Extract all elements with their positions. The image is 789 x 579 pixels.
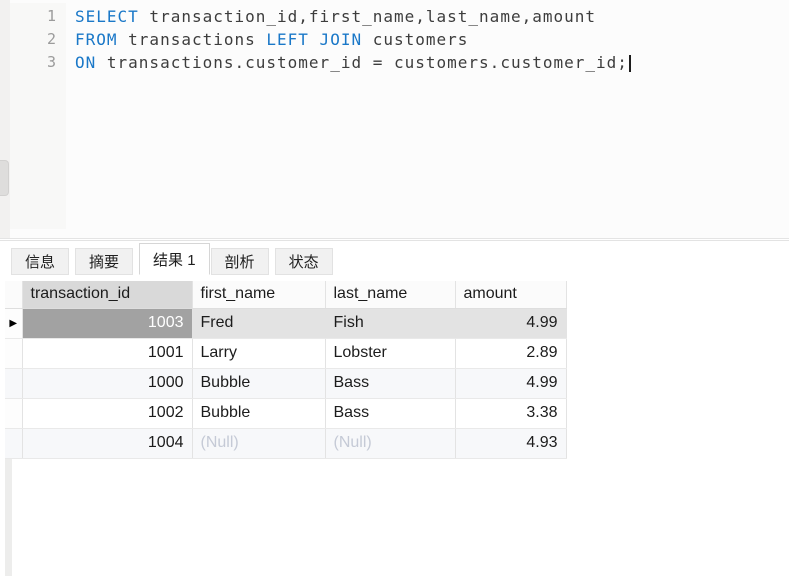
results-grid[interactable]: transaction_idfirst_namelast_nameamount … (5, 281, 567, 459)
table-row: 1000BubbleBass4.99 (5, 368, 566, 398)
cell-amount[interactable]: 4.99 (455, 368, 566, 398)
cell-amount[interactable]: 4.93 (455, 428, 566, 458)
cell-transaction_id[interactable]: 1004 (22, 428, 192, 458)
sidebar-splitter-handle[interactable] (0, 160, 9, 196)
cell-amount[interactable]: 2.89 (455, 338, 566, 368)
grid-header-row: transaction_idfirst_namelast_nameamount (5, 281, 566, 308)
cell-transaction_id[interactable]: 1003 (22, 308, 192, 338)
cell-first_name[interactable]: Fred (192, 308, 325, 338)
cell-amount[interactable]: 4.99 (455, 308, 566, 338)
result-tabbar: 信息摘要结果 1剖析状态 (0, 240, 789, 275)
grid-corner-cell[interactable] (5, 281, 22, 308)
cell-first_name[interactable]: Bubble (192, 398, 325, 428)
code-line: ON transactions.customer_id = customers.… (75, 51, 631, 74)
cell-transaction_id[interactable]: 1002 (22, 398, 192, 428)
sql-keyword: FROM (75, 30, 118, 49)
table-row: 1001LarryLobster2.89 (5, 338, 566, 368)
cell-transaction_id[interactable]: 1000 (22, 368, 192, 398)
column-header-amount[interactable]: amount (455, 281, 566, 308)
sql-text: transaction_id,first_name,last_name,amou… (139, 7, 596, 26)
line-number: 1 (10, 5, 66, 28)
cell-amount[interactable]: 3.38 (455, 398, 566, 428)
line-number-gutter: 123 (10, 3, 66, 229)
cell-last_name[interactable]: Lobster (325, 338, 455, 368)
row-header-cell[interactable] (5, 398, 22, 428)
text-cursor (629, 55, 631, 72)
column-header-transaction_id[interactable]: transaction_id (22, 281, 192, 308)
table-row: 1002BubbleBass3.38 (5, 398, 566, 428)
cell-last_name[interactable]: Bass (325, 398, 455, 428)
table-row: 1004(Null)(Null)4.93 (5, 428, 566, 458)
sql-keyword: LEFT JOIN (266, 30, 362, 49)
current-row-marker[interactable]: ▶ (5, 308, 22, 338)
cell-last_name[interactable]: Bass (325, 368, 455, 398)
cell-transaction_id[interactable]: 1001 (22, 338, 192, 368)
cell-first_name[interactable]: Bubble (192, 368, 325, 398)
tab-item-3[interactable]: 剖析 (211, 248, 269, 275)
row-header-cell[interactable] (5, 428, 22, 458)
cell-last_name[interactable]: Fish (325, 308, 455, 338)
line-number: 3 (10, 51, 66, 74)
sql-text: transactions.customer_id = customers.cus… (96, 53, 628, 72)
column-header-first_name[interactable]: first_name (192, 281, 325, 308)
code-line: SELECT transaction_id,first_name,last_na… (75, 5, 631, 28)
row-header-cell[interactable] (5, 338, 22, 368)
left-edge-strip (0, 0, 10, 238)
tab-item-4[interactable]: 状态 (275, 248, 333, 275)
results-pane: transaction_idfirst_namelast_nameamount … (5, 281, 567, 459)
grid-left-rail (5, 459, 12, 576)
sql-text: transactions (118, 30, 267, 49)
line-number: 2 (10, 28, 66, 51)
table-row: ▶1003FredFish4.99 (5, 308, 566, 338)
cell-first_name[interactable]: Larry (192, 338, 325, 368)
sql-editor[interactable]: 123 SELECT transaction_id,first_name,las… (0, 0, 789, 239)
tab-item-0[interactable]: 信息 (11, 248, 69, 275)
code-line: FROM transactions LEFT JOIN customers (75, 28, 631, 51)
tab-results[interactable]: 结果 1 (139, 243, 210, 275)
cell-last_name[interactable]: (Null) (325, 428, 455, 458)
sql-query-window: 123 SELECT transaction_id,first_name,las… (0, 0, 789, 579)
sql-text: customers (362, 30, 468, 49)
column-header-last_name[interactable]: last_name (325, 281, 455, 308)
tab-item-1[interactable]: 摘要 (75, 248, 133, 275)
sql-keyword: SELECT (75, 7, 139, 26)
sql-code-area[interactable]: SELECT transaction_id,first_name,last_na… (75, 5, 631, 74)
cell-first_name[interactable]: (Null) (192, 428, 325, 458)
row-header-cell[interactable] (5, 368, 22, 398)
sql-keyword: ON (75, 53, 96, 72)
